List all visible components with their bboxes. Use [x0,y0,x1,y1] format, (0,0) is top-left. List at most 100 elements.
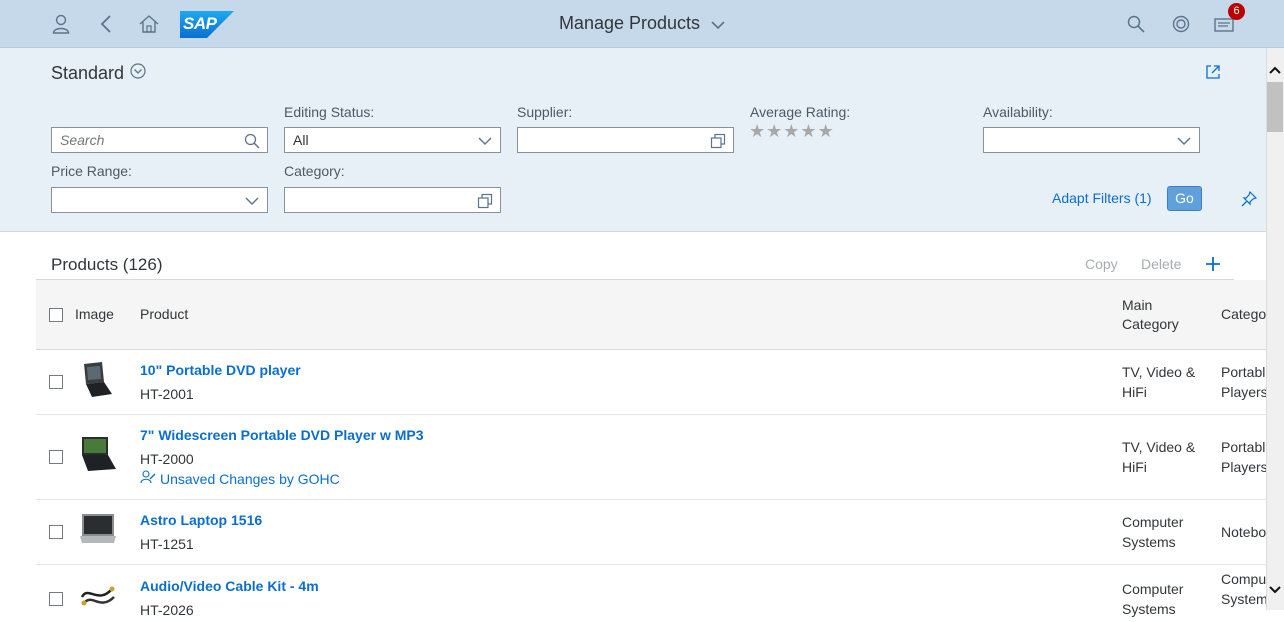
search-input[interactable]: Search [51,127,268,153]
search-icon[interactable] [244,132,260,149]
delete-button[interactable]: Delete [1141,256,1181,272]
category-cell: Portabl Players [1221,437,1266,477]
table-row[interactable]: 10" Portable DVD player HT-2001 TV, Vide… [36,350,1266,415]
availability-select[interactable] [983,127,1200,153]
product-id: HT-2026 [140,602,194,618]
category-line1: Notebo [1221,524,1266,540]
row-checkbox[interactable] [49,375,63,389]
table-row[interactable]: 7" Widescreen Portable DVD Player w MP3 … [36,415,1266,500]
main-category-cell: TV, Video & HiFi [1122,362,1217,402]
table-row[interactable]: Astro Laptop 1516 HT-1251 Computer Syste… [36,500,1266,565]
row-checkbox[interactable] [49,450,63,464]
product-id: HT-1251 [140,536,194,552]
category-line1: Compu [1221,571,1266,587]
column-header-main-category-line1: Main [1122,297,1153,313]
supplier-label: Supplier: [517,104,573,120]
category-label: Category: [284,163,345,179]
main-category-line1: TV, Video & [1122,439,1196,455]
product-name-link[interactable]: Astro Laptop 1516 [140,512,262,528]
search-icon[interactable] [1124,12,1148,36]
column-header-image[interactable]: Image [75,305,114,324]
main-category-line2: Systems [1122,534,1176,550]
price-range-select[interactable] [51,187,268,213]
category-input[interactable] [284,187,501,213]
table-row[interactable]: Audio/Video Cable Kit - 4m HT-2026 Compu… [36,565,1266,618]
vertical-scrollbar[interactable] [1266,48,1284,610]
value-help-icon[interactable] [710,132,726,149]
chevron-down-icon[interactable] [1176,132,1192,148]
value-help-icon[interactable] [477,192,493,209]
star-icon[interactable]: ★ [749,122,765,140]
draft-status-link[interactable]: Unsaved Changes by GOHC [140,470,340,487]
main-category-line1: Computer [1122,514,1184,530]
main-category-line1: Computer [1122,581,1184,597]
adapt-filters-link[interactable]: Adapt Filters (1) [1052,190,1152,206]
edit-user-icon [140,470,156,487]
scrollbar-thumb[interactable] [1267,82,1283,132]
column-header-product[interactable]: Product [140,305,188,324]
go-button[interactable]: Go [1167,186,1202,211]
product-name-link[interactable]: 7" Widescreen Portable DVD Player w MP3 [140,427,424,443]
main-category-line1: TV, Video & [1122,364,1196,380]
product-name-link[interactable]: Audio/Video Cable Kit - 4m [140,578,319,594]
category-line2: Players [1221,384,1266,400]
sap-logo-text: SAP [183,14,217,33]
editing-status-select[interactable]: All [284,127,501,153]
column-header-main-category-line2: Category [1122,316,1179,332]
main-category-line2: Systems [1122,601,1176,617]
copilot-icon[interactable] [1169,12,1193,36]
filter-bar: Standard Search Editing Status: All Supp… [0,48,1266,232]
average-rating-label: Average Rating: [750,104,851,120]
category-line1: Portabl [1221,439,1266,455]
sap-logo[interactable]: SAP [180,11,234,38]
app-title-menu-button[interactable] [552,8,732,40]
main-category-line2: HiFi [1122,384,1147,400]
variant-selector[interactable]: Standard [51,63,146,84]
category-cell: Compu System [1221,569,1266,609]
pin-icon[interactable] [1241,190,1258,212]
variant-name: Standard [51,63,125,83]
star-icon[interactable]: ★ [818,122,834,140]
product-image [78,360,118,400]
shell-bar: SAP Manage Products 6 [0,0,1284,48]
main-category-line2: HiFi [1122,459,1147,475]
column-header-category[interactable]: Catego [1221,305,1266,324]
home-icon[interactable] [137,12,161,36]
row-checkbox[interactable] [49,525,63,539]
category-cell: Notebo [1221,522,1266,542]
availability-label: Availability: [983,104,1053,120]
editing-status-value: All [293,132,309,148]
star-icon[interactable]: ★ [783,122,799,140]
row-checkbox[interactable] [49,592,63,606]
scroll-down-arrow-icon[interactable] [1268,582,1282,600]
product-name-link[interactable]: 10" Portable DVD player [140,362,301,378]
star-icon[interactable]: ★ [800,122,816,140]
notification-count-badge: 6 [1228,3,1245,20]
back-icon[interactable] [94,12,118,36]
variant-dropdown-icon[interactable] [130,63,146,84]
product-image [78,435,118,475]
category-line1: Portabl [1221,364,1266,380]
product-image [78,577,118,617]
column-header-main-category[interactable]: Main Category [1122,296,1179,334]
product-image [78,510,118,550]
chevron-down-icon[interactable] [244,192,260,208]
add-icon[interactable] [1205,256,1221,277]
main-category-cell: Computer Systems [1122,512,1217,552]
search-placeholder: Search [60,132,105,148]
scroll-up-arrow-icon[interactable] [1268,62,1282,80]
product-id: HT-2001 [140,386,194,402]
product-id: HT-2000 [140,451,194,467]
supplier-input[interactable] [517,127,734,153]
share-icon[interactable] [1205,64,1221,85]
average-rating-stars[interactable]: ★ ★ ★ ★ ★ [749,122,834,140]
star-icon[interactable]: ★ [766,122,782,140]
draft-status-text: Unsaved Changes by GOHC [160,470,340,487]
select-all-checkbox[interactable] [49,308,63,322]
chevron-down-icon[interactable] [477,132,493,148]
user-icon[interactable] [49,12,73,36]
category-line2: Players [1221,459,1266,475]
copy-button[interactable]: Copy [1085,256,1118,272]
editing-status-label: Editing Status: [284,104,375,120]
main-category-cell: Computer Systems [1122,579,1217,619]
